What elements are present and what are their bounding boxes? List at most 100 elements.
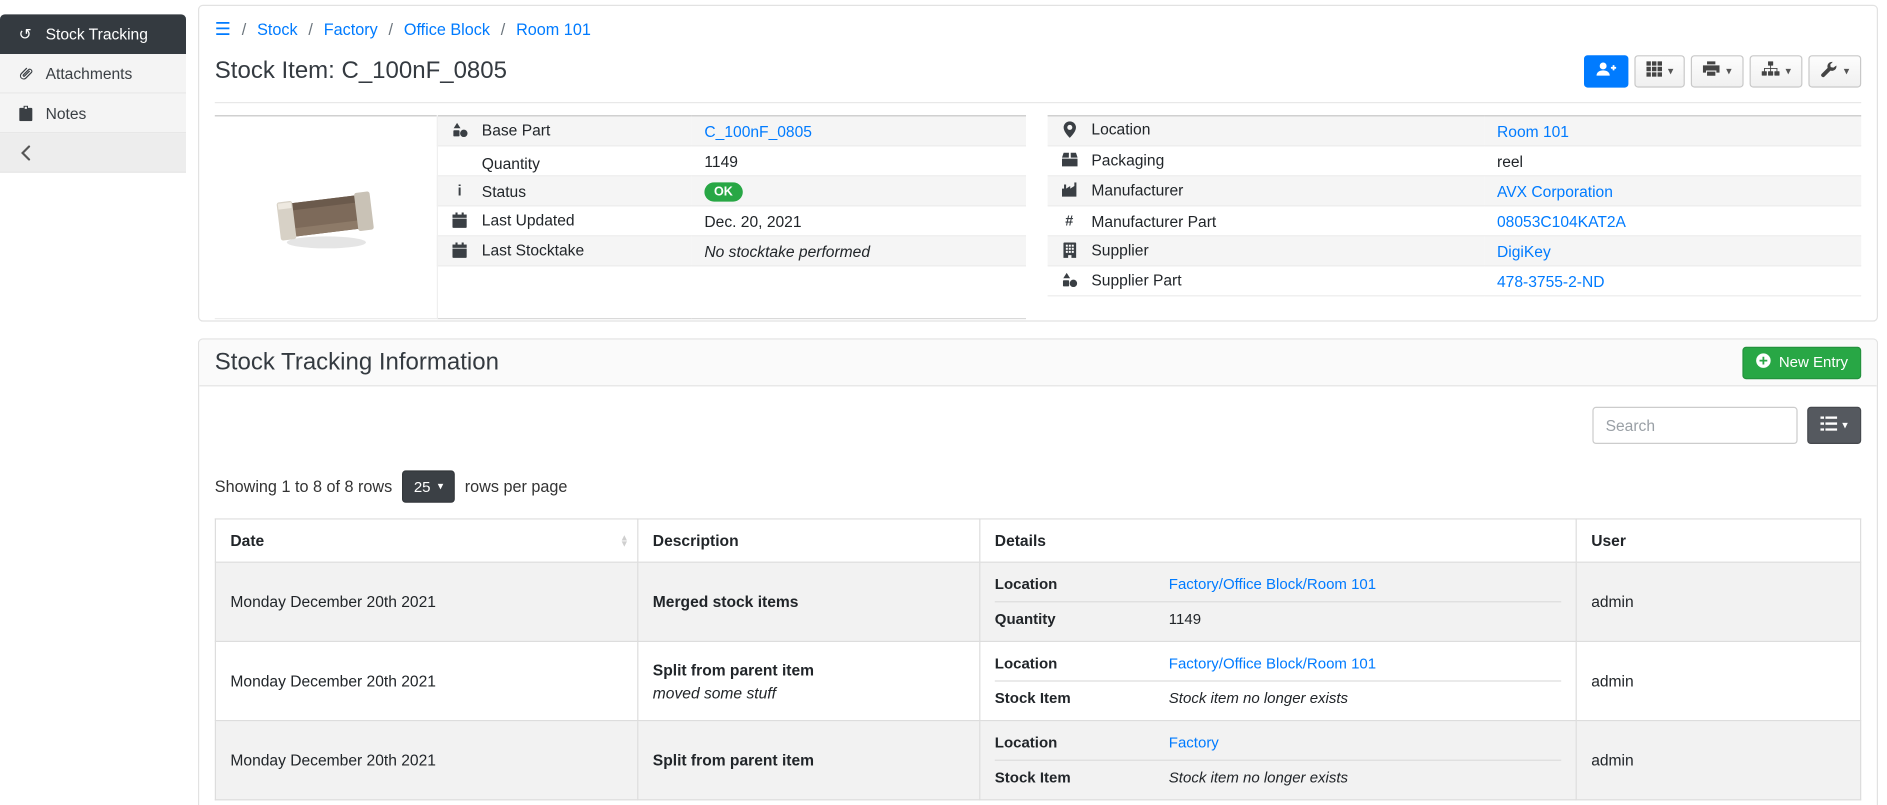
description-cell: Split from parent item moved some stuff bbox=[638, 641, 980, 720]
part-thumbnail[interactable] bbox=[215, 116, 437, 319]
sidebar-item-attachments[interactable]: Attachments bbox=[0, 54, 186, 94]
detail-location-link[interactable]: Factory bbox=[1169, 734, 1219, 751]
column-header-date[interactable]: Date ▲▼ bbox=[215, 519, 637, 562]
detail-label: Last Stocktake bbox=[482, 241, 584, 259]
item-details-left-table: Base Part C_100nF_0805 Quantity 1149 iSt… bbox=[215, 115, 1026, 319]
map-marker-icon bbox=[1060, 121, 1078, 138]
sidebar-collapse-button[interactable] bbox=[0, 133, 186, 173]
sidebar-item-stock-tracking[interactable]: ↺ Stock Tracking bbox=[0, 14, 186, 54]
breadcrumb-link-factory[interactable]: Factory bbox=[324, 20, 378, 38]
sort-icon: ▲▼ bbox=[620, 534, 629, 547]
grid-dropdown-button[interactable]: ▾ bbox=[1634, 55, 1685, 87]
detail-label: Location bbox=[1091, 120, 1150, 138]
caret-down-icon: ▾ bbox=[1844, 65, 1849, 76]
plus-circle-icon bbox=[1756, 353, 1772, 372]
location-link[interactable]: Room 101 bbox=[1497, 122, 1569, 140]
page-size-dropdown[interactable]: 25 ▾ bbox=[402, 470, 455, 502]
table-row: Monday December 20th 2021 Split from par… bbox=[215, 721, 1860, 800]
main-content: ☰ / Stock / Factory / Office Block / Roo… bbox=[198, 5, 1878, 805]
status-badge: OK bbox=[704, 182, 742, 201]
detail-key: Quantity bbox=[995, 611, 1169, 628]
last-updated-value: Dec. 20, 2021 bbox=[704, 212, 801, 230]
hash-icon: # bbox=[1060, 213, 1078, 230]
caret-down-icon: ▾ bbox=[1786, 65, 1791, 76]
date-cell: Monday December 20th 2021 bbox=[215, 562, 637, 641]
breadcrumb-link-stock[interactable]: Stock bbox=[257, 20, 298, 38]
details-cell: Location Factory/Office Block/Room 101 S… bbox=[980, 641, 1576, 720]
manufacturer-part-link[interactable]: 08053C104KAT2A bbox=[1497, 212, 1626, 230]
sitemap-icon bbox=[1762, 61, 1780, 80]
detail-key: Stock Item bbox=[995, 769, 1169, 786]
detail-key: Stock Item bbox=[995, 690, 1169, 707]
user-cell: admin bbox=[1576, 721, 1860, 800]
supplier-link[interactable]: DigiKey bbox=[1497, 242, 1551, 260]
table-header-row: Date ▲▼ Description Details User bbox=[215, 519, 1860, 562]
quantity-value: 1149 bbox=[704, 152, 738, 170]
sidebar-item-label: Notes bbox=[46, 104, 87, 122]
detail-label: Last Updated bbox=[482, 211, 575, 229]
user-plus-button[interactable] bbox=[1584, 55, 1628, 87]
rows-per-page-label: rows per page bbox=[465, 478, 568, 496]
description-note: moved some stuff bbox=[653, 683, 965, 701]
menu-icon[interactable]: ☰ bbox=[215, 18, 231, 40]
history-icon: ↺ bbox=[16, 25, 35, 44]
new-entry-button[interactable]: New Entry bbox=[1743, 346, 1861, 378]
date-cell: Monday December 20th 2021 bbox=[215, 641, 637, 720]
packaging-value: reel bbox=[1497, 152, 1523, 170]
detail-key: Location bbox=[995, 576, 1169, 593]
stock-tracking-panel: Stock Tracking Information New Entry ▾ bbox=[198, 338, 1878, 805]
new-entry-label: New Entry bbox=[1779, 354, 1848, 371]
tracking-table: Date ▲▼ Description Details User Monday … bbox=[215, 518, 1861, 800]
breadcrumb-link-room-101[interactable]: Room 101 bbox=[516, 20, 591, 38]
sidebar-item-notes[interactable]: Notes bbox=[0, 94, 186, 134]
capacitor-image bbox=[274, 179, 377, 251]
detail-label: Manufacturer Part bbox=[1091, 212, 1216, 230]
shapes-icon bbox=[451, 122, 469, 138]
page: ↺ Stock Tracking Attachments Notes ☰ bbox=[0, 0, 1887, 805]
manufacturer-link[interactable]: AVX Corporation bbox=[1497, 182, 1613, 200]
paperclip-icon bbox=[16, 65, 35, 81]
search-input[interactable] bbox=[1592, 407, 1797, 444]
item-details: Base Part C_100nF_0805 Quantity 1149 iSt… bbox=[215, 115, 1861, 319]
sitemap-dropdown-button[interactable]: ▾ bbox=[1750, 55, 1803, 87]
detail-value: Stock item no longer exists bbox=[1169, 769, 1348, 786]
caret-down-icon: ▾ bbox=[1842, 420, 1847, 431]
user-cell: admin bbox=[1576, 562, 1860, 641]
package-icon bbox=[1060, 153, 1078, 167]
column-header-user: User bbox=[1576, 519, 1860, 562]
sidebar-item-label: Stock Tracking bbox=[46, 25, 148, 43]
chevron-left-icon bbox=[16, 145, 35, 161]
note-icon bbox=[16, 105, 35, 121]
wrench-icon bbox=[1821, 61, 1838, 81]
breadcrumb-separator: / bbox=[308, 20, 313, 38]
sidebar-item-label: Attachments bbox=[46, 64, 133, 82]
details-cell: Location Factory/Office Block/Room 101 Q… bbox=[980, 562, 1576, 641]
detail-value: Stock item no longer exists bbox=[1169, 690, 1348, 707]
detail-label: Quantity bbox=[482, 155, 540, 173]
base-part-link[interactable]: C_100nF_0805 bbox=[704, 122, 812, 140]
user-plus-icon bbox=[1596, 61, 1616, 80]
user-cell: admin bbox=[1576, 641, 1860, 720]
table-options-button[interactable]: ▾ bbox=[1807, 407, 1861, 444]
detail-label: Base Part bbox=[482, 121, 551, 139]
print-dropdown-button[interactable]: ▾ bbox=[1691, 55, 1743, 87]
detail-location-link[interactable]: Factory/Office Block/Room 101 bbox=[1169, 576, 1376, 593]
detail-label: Supplier Part bbox=[1091, 271, 1181, 289]
detail-label: Manufacturer bbox=[1091, 181, 1183, 199]
detail-label: Supplier bbox=[1091, 241, 1148, 259]
breadcrumb-link-office-block[interactable]: Office Block bbox=[404, 20, 490, 38]
page-title: Stock Item: C_100nF_0805 bbox=[215, 57, 507, 85]
pagination-summary: Showing 1 to 8 of 8 rows bbox=[215, 478, 392, 496]
table-row: Monday December 20th 2021 Merged stock i… bbox=[215, 562, 1860, 641]
supplier-part-link[interactable]: 478-3755-2-ND bbox=[1497, 272, 1605, 290]
calendar-icon bbox=[451, 212, 469, 228]
breadcrumb: ☰ / Stock / Factory / Office Block / Roo… bbox=[215, 13, 1861, 44]
item-details-right-table: Location Room 101 Packaging reel Manufac… bbox=[1047, 115, 1861, 296]
column-header-description: Description bbox=[638, 519, 980, 562]
detail-key: Location bbox=[995, 734, 1169, 751]
detail-location-link[interactable]: Factory/Office Block/Room 101 bbox=[1169, 655, 1376, 672]
description-cell: Split from parent item bbox=[638, 721, 980, 800]
detail-value: 1149 bbox=[1169, 611, 1201, 628]
list-icon bbox=[1821, 416, 1838, 434]
tools-dropdown-button[interactable]: ▾ bbox=[1809, 55, 1861, 87]
